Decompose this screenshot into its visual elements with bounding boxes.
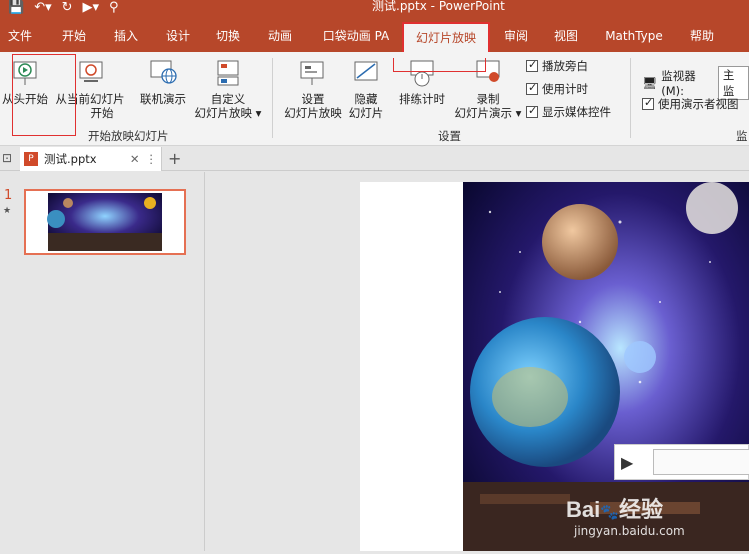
tab-help[interactable]: 帮助 <box>684 20 720 52</box>
title-bar: 💾 ↶▾ ↻ ▶▾ ⚲ 测试.pptx - PowerPoint <box>0 0 749 20</box>
custom-slideshow-icon <box>213 58 243 88</box>
document-tab[interactable]: P 测试.pptx ✕ ⋮ <box>20 147 162 171</box>
ribbon-tabs: 文件 开始 插入 设计 切换 动画 口袋动画 PA 幻灯片放映 审阅 视图 Ma… <box>0 20 749 52</box>
tab-design[interactable]: 设计 <box>160 20 196 52</box>
ribbon-slideshow: 从头开始 从当前幻灯片 开始 联机演示 自定义 幻灯片放映 ▾ 开始放映幻灯片 … <box>0 52 749 146</box>
globe-screen-icon <box>148 58 178 88</box>
record-label-line2: 幻灯片演示 ▾ <box>454 106 522 120</box>
custom-show-button[interactable]: 自定义 幻灯片放映 ▾ <box>192 58 264 120</box>
window-title: 测试.pptx - PowerPoint <box>372 0 505 13</box>
hide-slide-label-line1: 隐藏 <box>354 92 378 106</box>
pane-icon[interactable]: ⊡ <box>2 151 12 165</box>
group-separator <box>630 58 631 138</box>
tab-home[interactable]: 开始 <box>56 20 92 52</box>
group-label-monitor: 监 <box>736 129 748 143</box>
slide-thumbnail[interactable] <box>24 189 186 255</box>
checkbox-checked[interactable] <box>642 96 654 110</box>
slide-star-icon: ★ <box>3 206 12 216</box>
group-label-start-slideshow: 开始放映幻灯片 <box>88 129 169 143</box>
presenter-view-checkbox[interactable]: 使用演示者视图 <box>642 96 739 112</box>
document-tab-name: 测试.pptx <box>44 152 97 166</box>
close-tab-icon[interactable]: ✕ <box>130 152 140 166</box>
tab-pocket-animation[interactable]: 口袋动画 PA <box>318 20 394 52</box>
setup-slideshow-icon <box>298 58 328 88</box>
slide-canvas[interactable]: ▶ Bai🐾经验 jingyan.baidu.com <box>360 182 749 551</box>
redo-icon[interactable]: ↻ <box>62 0 73 15</box>
checkbox-checked[interactable] <box>526 81 538 95</box>
tab-view[interactable]: 视图 <box>550 20 582 52</box>
thumbnail-image <box>26 191 184 253</box>
tab-review[interactable]: 审阅 <box>500 20 532 52</box>
pptx-file-icon: P <box>24 152 38 166</box>
undo-icon[interactable]: ↶▾ <box>34 0 51 15</box>
new-tab-icon[interactable]: + <box>168 149 181 168</box>
monitor-selector[interactable]: 🖥 监视器(M): 主监 <box>642 66 749 100</box>
play-narrations-checkbox[interactable]: 播放旁白 <box>526 58 588 74</box>
checkbox-checked[interactable] <box>526 58 538 72</box>
save-icon[interactable]: 💾 <box>8 0 24 15</box>
media-progress-track[interactable] <box>653 449 749 475</box>
slide-thumbnail-pane: 1 ★ <box>0 172 205 551</box>
highlight-box-slideshow-tab <box>393 58 486 72</box>
document-tab-bar: ⊡ P 测试.pptx ✕ ⋮ + <box>0 147 749 171</box>
watermark-url: jingyan.baidu.com <box>574 524 685 538</box>
monitor-dropdown[interactable]: 主监 <box>717 66 749 100</box>
show-media-controls-checkbox[interactable]: 显示媒体控件 <box>526 104 611 120</box>
group-separator <box>272 58 273 138</box>
tab-transitions[interactable]: 切换 <box>210 20 246 52</box>
online-present-button[interactable]: 联机演示 <box>136 58 190 106</box>
paw-icon: 🐾 <box>600 504 619 521</box>
group-label-setup: 设置 <box>438 129 461 143</box>
setup-slideshow-label-line2: 幻灯片放映 <box>284 106 342 120</box>
hide-slide-button[interactable]: 隐藏 幻灯片 <box>346 58 386 120</box>
setup-slideshow-label-line1: 设置 <box>301 92 325 106</box>
hide-slide-icon <box>351 58 381 88</box>
play-icon[interactable]: ▶ <box>621 453 633 472</box>
tab-file[interactable]: 文件 <box>4 20 36 52</box>
watermark-logo: Bai🐾经验 <box>566 497 663 522</box>
tab-animations[interactable]: 动画 <box>262 20 298 52</box>
custom-show-label-line1: 自定义 <box>210 92 246 106</box>
tab-slide-show[interactable]: 幻灯片放映 <box>402 22 490 52</box>
rehearse-timings-label: 排练计时 <box>399 92 445 106</box>
highlight-box-from-beginning <box>12 54 76 136</box>
setup-slideshow-button[interactable]: 设置 幻灯片放映 <box>280 58 346 120</box>
quick-access-toolbar: 💾 ↶▾ ↻ ▶▾ ⚲ <box>8 0 119 15</box>
customize-qat-icon[interactable]: ⚲ <box>109 0 119 15</box>
custom-show-label-line2: 幻灯片放映 ▾ <box>194 106 262 120</box>
use-timings-checkbox[interactable]: 使用计时 <box>526 81 588 97</box>
play-from-current-icon <box>76 58 106 88</box>
online-present-label: 联机演示 <box>140 92 186 106</box>
tab-more-icon[interactable]: ⋮ <box>146 152 158 166</box>
monitor-icon: 🖥 <box>642 76 658 90</box>
slide-background-image <box>463 182 749 551</box>
present-icon[interactable]: ▶▾ <box>83 0 100 15</box>
tab-insert[interactable]: 插入 <box>108 20 144 52</box>
record-label-line1: 录制 <box>476 92 500 106</box>
hide-slide-label-line2: 幻灯片 <box>348 106 384 120</box>
checkbox-checked[interactable] <box>526 104 538 118</box>
slide-number: 1 <box>4 188 13 203</box>
slide-editor-pane: ▶ Bai🐾经验 jingyan.baidu.com <box>206 172 749 551</box>
tab-mathtype[interactable]: MathType <box>600 20 668 52</box>
media-controls-bar: ▶ <box>614 444 749 480</box>
